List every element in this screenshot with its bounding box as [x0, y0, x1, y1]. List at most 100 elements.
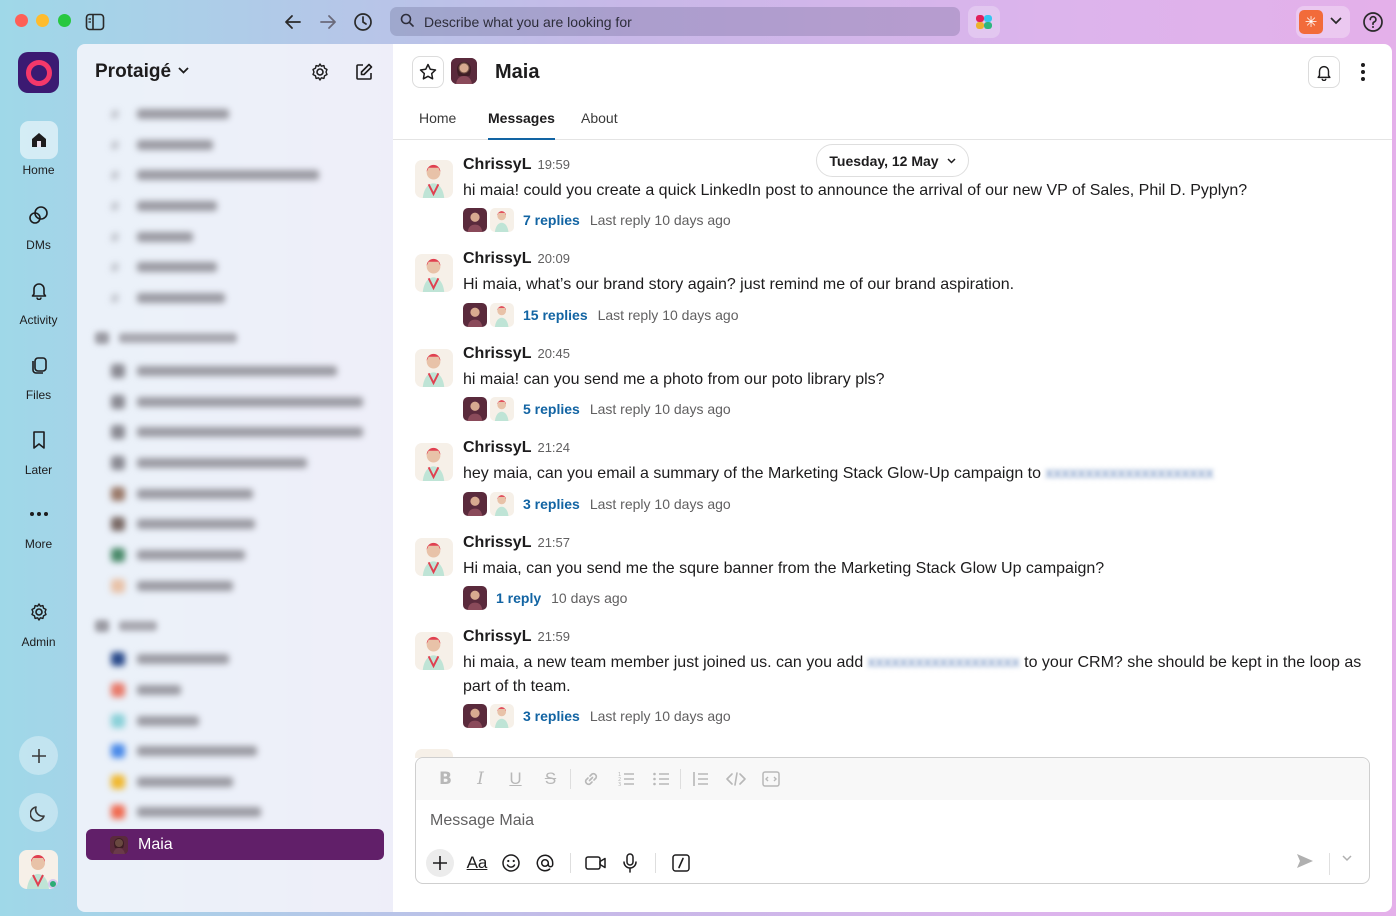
blurred-channel-item[interactable]: # [111, 224, 193, 250]
rail-item-files[interactable]: Files [0, 346, 77, 402]
blurred-channel-item[interactable]: # [111, 101, 229, 127]
rail-item-admin[interactable]: Admin [0, 593, 77, 649]
reply-count[interactable]: 7 replies [523, 212, 580, 228]
rail-item-later[interactable]: Later [0, 421, 77, 477]
rail-item-home[interactable]: Home [0, 121, 77, 177]
message-time[interactable]: 19:59 [537, 157, 570, 172]
tab-home[interactable]: Home [419, 110, 456, 126]
reply-count[interactable]: 15 replies [523, 307, 588, 323]
blurred-dm-item[interactable] [111, 511, 255, 537]
help-icon[interactable] [1361, 10, 1385, 34]
blurred-channel-item[interactable]: # [111, 285, 225, 311]
thread-replies[interactable]: 7 replies Last reply 10 days ago [463, 207, 731, 233]
chrissy-avatar[interactable] [415, 254, 453, 292]
reply-count[interactable]: 3 replies [523, 496, 580, 512]
blurred-dm-item[interactable] [111, 481, 253, 507]
emoji-icon[interactable] [494, 849, 528, 877]
strikethrough-icon[interactable]: S [533, 765, 568, 793]
chrissy-avatar[interactable] [415, 349, 453, 387]
mention-icon[interactable] [528, 849, 562, 877]
date-divider-button[interactable]: Tuesday, 12 May [816, 144, 969, 177]
thread-replies[interactable]: 1 reply 10 days ago [463, 585, 627, 611]
chrissy-avatar[interactable] [415, 160, 453, 198]
star-button[interactable] [412, 56, 444, 88]
schedule-send-chevron-icon[interactable] [1342, 853, 1352, 865]
user-avatar[interactable] [19, 850, 58, 889]
message-time[interactable]: 21:24 [537, 440, 570, 455]
microphone-icon[interactable] [613, 849, 647, 877]
workspace-logo[interactable] [18, 52, 59, 93]
ordered-list-icon[interactable]: 123 [608, 765, 643, 793]
format-toggle-button[interactable]: Aa [460, 849, 494, 877]
message-input[interactable]: Message Maia [430, 812, 534, 830]
reply-count[interactable]: 3 replies [523, 708, 580, 724]
rail-item-activity[interactable]: Activity [0, 271, 77, 327]
message-author[interactable]: ChrissyL [463, 439, 531, 456]
message-time[interactable]: 20:45 [537, 346, 570, 361]
slash-command-icon[interactable] [664, 849, 698, 877]
close-window-button[interactable] [15, 14, 28, 27]
blurred-app-item[interactable] [111, 769, 233, 795]
rail-item-more[interactable]: More [0, 495, 77, 551]
tab-messages[interactable]: Messages [488, 110, 555, 140]
thread-replies[interactable]: 3 replies Last reply 10 days ago [463, 703, 731, 729]
code-icon[interactable] [718, 765, 753, 793]
workspace-name[interactable]: Protaigé [95, 61, 190, 83]
video-icon[interactable] [579, 849, 613, 877]
tab-about[interactable]: About [581, 110, 618, 126]
blurred-section-header[interactable] [95, 620, 157, 632]
reply-count[interactable]: 5 replies [523, 401, 580, 417]
blurred-channel-item[interactable]: # [111, 254, 217, 280]
blurred-dm-item[interactable] [111, 573, 233, 599]
attach-plus-button[interactable] [426, 849, 454, 877]
slack-extension-icon[interactable] [968, 6, 1000, 38]
blurred-dm-item[interactable] [111, 542, 245, 568]
underline-icon[interactable]: U [498, 765, 533, 793]
blurred-app-item[interactable] [111, 677, 181, 703]
sidebar-item-maia[interactable]: Maia [86, 829, 384, 860]
reply-count[interactable]: 1 reply [496, 590, 541, 606]
chrissy-avatar[interactable] [415, 443, 453, 481]
blurred-app-item[interactable] [111, 708, 199, 734]
blurred-app-item[interactable] [111, 738, 257, 764]
message-time[interactable]: 20:09 [537, 251, 570, 266]
thread-replies[interactable]: 5 replies Last reply 10 days ago [463, 396, 731, 422]
compose-icon[interactable] [352, 60, 376, 84]
more-options-button[interactable] [1353, 58, 1373, 86]
italic-icon[interactable]: I [463, 765, 498, 793]
blurred-dm-item[interactable] [111, 389, 363, 415]
blurred-dm-item[interactable] [111, 419, 363, 445]
maximize-window-button[interactable] [58, 14, 71, 27]
link-icon[interactable] [573, 765, 608, 793]
workspace-settings-icon[interactable] [308, 60, 332, 84]
blockquote-icon[interactable] [683, 765, 718, 793]
blurred-dm-item[interactable] [111, 450, 307, 476]
message-author[interactable]: ChrissyL [463, 156, 531, 173]
chrissy-avatar[interactable] [415, 632, 453, 670]
message-author[interactable]: ChrissyL [463, 345, 531, 362]
back-arrow-icon[interactable] [281, 10, 305, 34]
message-author[interactable]: ChrissyL [463, 250, 531, 267]
minimize-window-button[interactable] [36, 14, 49, 27]
add-workspace-button[interactable] [19, 736, 58, 775]
code-block-icon[interactable] [753, 765, 788, 793]
blurred-channel-item[interactable]: # [111, 162, 319, 188]
extension-menu[interactable]: ✳ [1296, 6, 1350, 38]
message-time[interactable]: 21:59 [537, 629, 570, 644]
blurred-channel-item[interactable]: # [111, 132, 213, 158]
blurred-app-item[interactable] [111, 646, 229, 672]
rail-item-dms[interactable]: DMs [0, 196, 77, 252]
dark-mode-toggle[interactable] [19, 793, 58, 832]
message-author[interactable]: ChrissyL [463, 628, 531, 645]
send-icon[interactable] [1296, 853, 1314, 874]
blurred-section-header[interactable] [95, 332, 237, 344]
bullet-list-icon[interactable] [643, 765, 678, 793]
chrissy-avatar[interactable] [415, 538, 453, 576]
redacted-email-link[interactable]: xxxxxxxxxxxxxxxxxxx [868, 654, 1020, 671]
history-icon[interactable] [351, 10, 375, 34]
blurred-channel-item[interactable]: # [111, 193, 217, 219]
blurred-dm-item[interactable] [111, 358, 337, 384]
bold-icon[interactable]: B [428, 765, 463, 793]
thread-replies[interactable]: 3 replies Last reply 10 days ago [463, 491, 731, 517]
notifications-button[interactable] [1308, 56, 1340, 88]
